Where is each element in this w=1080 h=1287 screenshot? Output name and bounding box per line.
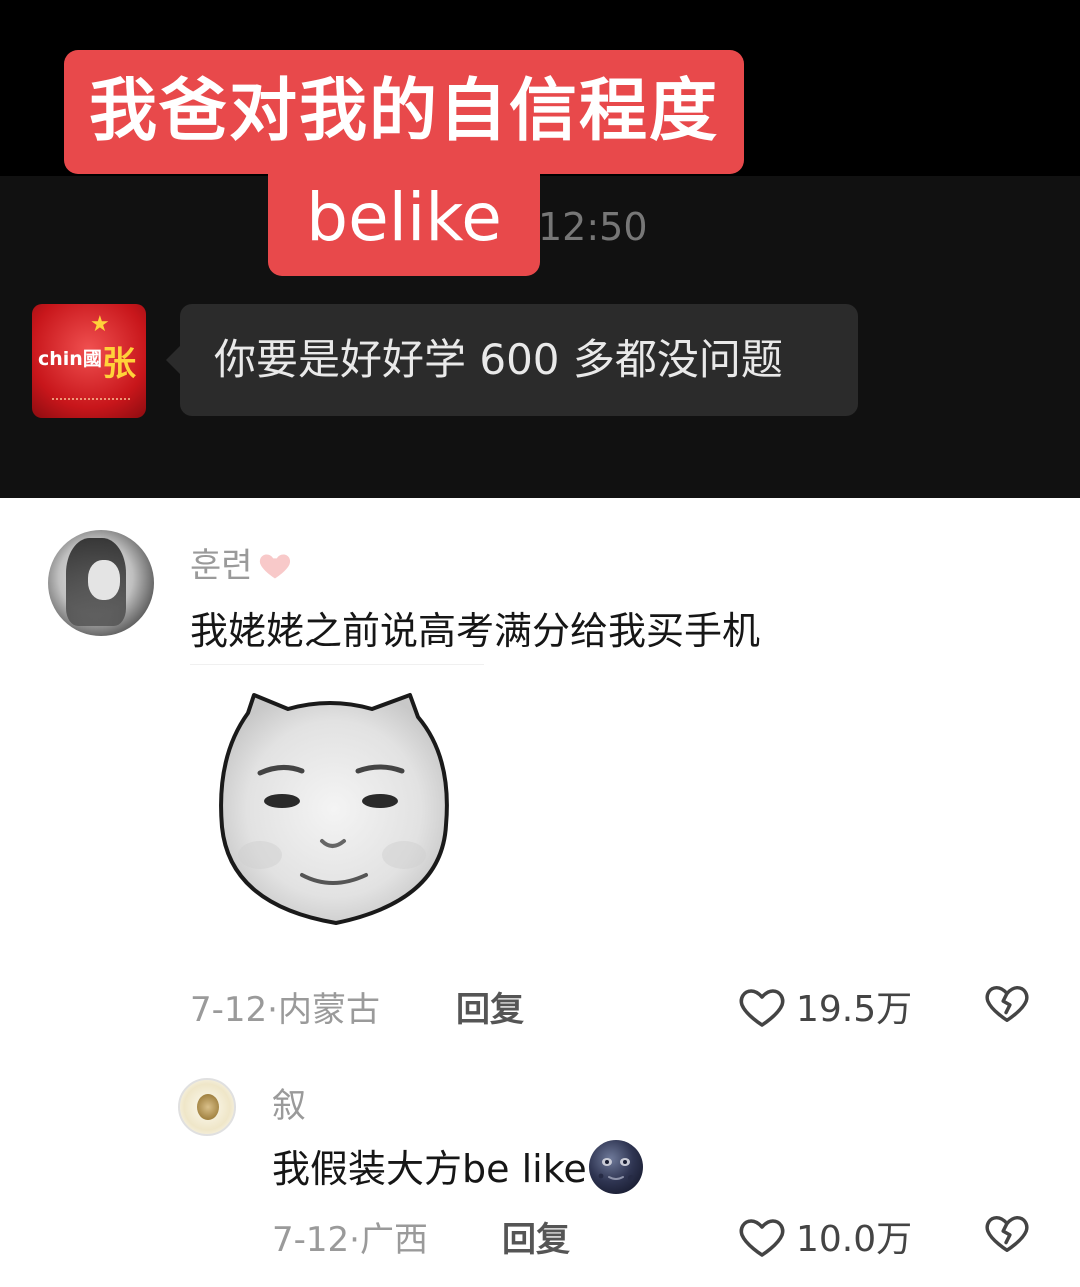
chat-timestamp: 12:50: [538, 205, 648, 249]
like-count: 19.5万: [796, 989, 913, 1030]
heart-outline-icon: [739, 1219, 785, 1257]
avatar-brand-text: chin國: [38, 348, 102, 370]
comment-date: 7-12: [190, 990, 268, 1030]
pig-face-sticker[interactable]: [190, 664, 484, 956]
comment-text: 我假装大方be like: [272, 1138, 645, 1196]
caption-line-2: belike: [268, 168, 540, 276]
comment-meta: 7-12·广西: [272, 1220, 428, 1260]
caption-line-1: 我爸对我的自信程度: [64, 50, 744, 174]
reply-button[interactable]: 回复: [502, 1212, 570, 1261]
avatar-character: 张: [102, 344, 136, 384]
sender-avatar: ★ chin國 张: [32, 304, 146, 418]
comment-meta: 7-12·内蒙古: [190, 990, 380, 1030]
comment-text: 我姥姥之前说高考满分给我买手机: [190, 609, 761, 653]
comment-date: 7-12: [272, 1220, 350, 1260]
broken-heart-icon[interactable]: [984, 980, 1030, 1026]
star-icon: ★: [90, 312, 110, 337]
chat-message-bubble: 你要是好好学 600 多都没问题: [166, 304, 858, 416]
pink-heart-icon: [259, 554, 290, 579]
avatar[interactable]: [178, 1078, 236, 1136]
comment-location: 内蒙古: [277, 990, 380, 1030]
reply-button[interactable]: 回复: [456, 982, 524, 1031]
comment-username[interactable]: 叙: [272, 1078, 306, 1127]
avatar[interactable]: [48, 530, 154, 636]
broken-heart-icon[interactable]: [984, 1210, 1030, 1256]
avatar-decoration: [52, 382, 130, 400]
chat-screenshot: belike 我爸对我的自信程度 12:50 ★ chin國 张 你要是好好学 …: [0, 0, 1080, 498]
like-button[interactable]: 19.5万: [738, 980, 912, 1032]
sticker-image: [219, 693, 449, 925]
heart-outline-icon: [739, 989, 785, 1027]
like-count: 10.0万: [796, 1219, 913, 1260]
like-button[interactable]: 10.0万: [738, 1210, 912, 1262]
comment-username[interactable]: 훈련: [190, 538, 293, 587]
comment-location: 广西: [359, 1220, 428, 1260]
new-moon-face-icon: [588, 1140, 643, 1194]
